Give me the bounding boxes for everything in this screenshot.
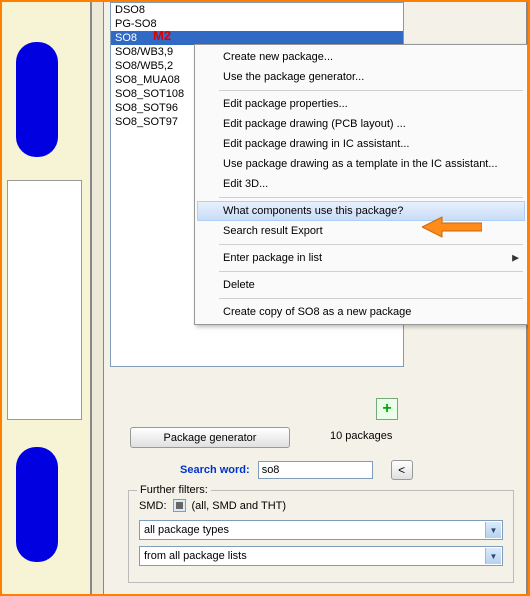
smd-value: (all, SMD and THT) bbox=[192, 500, 287, 512]
button-label: Package generator bbox=[164, 432, 257, 444]
search-input[interactable] bbox=[258, 461, 373, 479]
menu-edit-pcb[interactable]: Edit package drawing (PCB layout) ... bbox=[197, 114, 525, 134]
submenu-arrow-icon: ▶ bbox=[512, 253, 519, 264]
menu-edit-ic[interactable]: Edit package drawing in IC assistant... bbox=[197, 134, 525, 154]
filter-legend: Further filters: bbox=[137, 484, 211, 496]
menu-delete[interactable]: Delete bbox=[197, 275, 525, 295]
package-lists-select-row: from all package lists ▼ bbox=[139, 546, 503, 566]
menu-edit-3d[interactable]: Edit 3D... bbox=[197, 174, 525, 194]
context-menu: Create new package... Use the package ge… bbox=[194, 44, 528, 325]
menu-create-copy[interactable]: Create copy of SO8 as a new package bbox=[197, 302, 525, 322]
filter-group: Further filters: SMD: (all, SMD and THT)… bbox=[128, 490, 514, 583]
package-types-select[interactable]: all package types ▼ bbox=[139, 520, 503, 540]
left-column bbox=[2, 2, 92, 594]
chevron-down-icon: ▼ bbox=[485, 522, 501, 538]
menu-separator bbox=[219, 90, 523, 91]
menu-edit-props[interactable]: Edit package properties... bbox=[197, 94, 525, 114]
menu-separator bbox=[219, 197, 523, 198]
search-label: Search word: bbox=[180, 464, 250, 476]
smd-filter-row: SMD: (all, SMD and THT) bbox=[139, 499, 503, 512]
app-frame: DSO8 PG-SO8 SO8 SO8/WB3,9 SO8/WB5,2 SO8_… bbox=[0, 0, 530, 596]
menu-separator bbox=[219, 244, 523, 245]
list-item[interactable]: DSO8 bbox=[111, 3, 403, 17]
menu-separator bbox=[219, 298, 523, 299]
package-count-label: 10 packages bbox=[330, 430, 392, 442]
menu-separator bbox=[219, 271, 523, 272]
search-back-button[interactable]: < bbox=[391, 460, 413, 480]
blank-area bbox=[7, 180, 82, 420]
menu-use-template[interactable]: Use package drawing as a template in the… bbox=[197, 154, 525, 174]
menu-use-generator[interactable]: Use the package generator... bbox=[197, 67, 525, 87]
menu-enter-in-list[interactable]: Enter package in list ▶ bbox=[197, 248, 525, 268]
pad-bottom bbox=[16, 447, 58, 562]
smd-label: SMD: bbox=[139, 500, 167, 512]
back-icon: < bbox=[398, 463, 405, 477]
package-generator-button[interactable]: Package generator bbox=[130, 427, 290, 448]
select-value: all package types bbox=[144, 524, 229, 536]
chevron-down-icon: ▼ bbox=[485, 548, 501, 564]
package-lists-select[interactable]: from all package lists ▼ bbox=[139, 546, 503, 566]
plus-icon: + bbox=[382, 400, 391, 418]
search-row: Search word: < bbox=[110, 457, 518, 483]
menu-create-new[interactable]: Create new package... bbox=[197, 47, 525, 67]
pointer-arrow-icon bbox=[422, 215, 482, 239]
smd-tristate-checkbox[interactable] bbox=[173, 499, 186, 512]
m2-annotation: M2 bbox=[153, 28, 171, 43]
select-value: from all package lists bbox=[144, 550, 247, 562]
package-types-select-row: all package types ▼ bbox=[139, 520, 503, 540]
pad-top bbox=[16, 42, 58, 157]
menu-item-label: Enter package in list bbox=[223, 252, 322, 264]
panel-divider bbox=[90, 2, 104, 594]
add-package-button[interactable]: + bbox=[376, 398, 398, 420]
